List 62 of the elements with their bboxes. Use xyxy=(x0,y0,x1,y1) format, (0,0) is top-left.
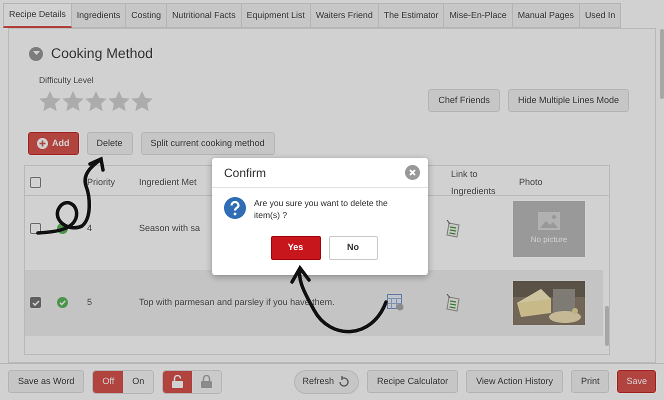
dialog-title: Confirm xyxy=(224,164,266,182)
tab[interactable]: Manual Pages xyxy=(512,3,580,28)
refresh-button[interactable]: Refresh xyxy=(294,370,360,394)
tab[interactable]: Nutritional Facts xyxy=(167,3,242,28)
padlock-icon xyxy=(201,375,212,388)
add-button[interactable]: Add xyxy=(28,132,78,155)
tab[interactable]: The Estimator xyxy=(378,3,444,28)
column-header: Priority xyxy=(87,176,116,190)
calendar-grid-icon[interactable] xyxy=(387,294,404,312)
column-header: Photo xyxy=(519,176,544,190)
unlock-button[interactable] xyxy=(163,370,192,392)
document-link-icon[interactable] xyxy=(445,294,462,312)
select-all-checkbox[interactable] xyxy=(30,177,41,188)
section-title: Cooking Method xyxy=(51,44,153,63)
footer-button[interactable]: View Action History xyxy=(466,370,563,393)
unlocked-padlock-icon xyxy=(172,375,184,388)
tab[interactable]: Used In xyxy=(580,3,622,28)
refresh-icon xyxy=(338,376,350,388)
row-checkbox[interactable] xyxy=(30,223,41,234)
column-header: Link to Ingredients xyxy=(451,168,497,198)
no-button[interactable]: No xyxy=(328,236,378,260)
collapse-icon[interactable] xyxy=(29,46,43,60)
difficulty-label: Difficulty Level xyxy=(39,74,95,87)
image-icon xyxy=(538,212,560,230)
photo-caption: No picture xyxy=(530,234,568,246)
tab[interactable]: Mise-En-Place xyxy=(444,3,513,28)
lock-button[interactable] xyxy=(192,370,222,392)
table-cell-text: 5 xyxy=(87,296,94,309)
tab[interactable]: Equipment List xyxy=(242,3,311,28)
table-cell-text: 4 xyxy=(87,222,94,235)
toggle-option[interactable]: Off xyxy=(93,370,124,392)
footer-button[interactable]: Print xyxy=(570,370,610,393)
toolbar-button[interactable]: Delete xyxy=(86,132,133,155)
star-icon[interactable] xyxy=(39,90,61,112)
save-button[interactable]: Save xyxy=(617,370,656,393)
tab[interactable]: Ingredients xyxy=(72,3,126,28)
yes-button[interactable]: Yes xyxy=(270,236,320,260)
top-button[interactable]: Chef Friends xyxy=(428,88,500,112)
star-icon[interactable] xyxy=(62,90,84,112)
scrollbar[interactable] xyxy=(605,306,609,346)
scrollbar[interactable] xyxy=(660,29,664,99)
table-cell-text: Season with sa xyxy=(139,222,202,235)
check-circle-icon xyxy=(57,297,68,308)
star-rating[interactable] xyxy=(39,90,153,112)
question-icon xyxy=(224,197,246,219)
column-header: Ingredient Met xyxy=(139,176,198,190)
tab[interactable]: Waiters Friend xyxy=(310,3,379,28)
tab[interactable]: Costing xyxy=(126,3,168,28)
document-link-icon[interactable] xyxy=(445,220,462,238)
close-icon[interactable] xyxy=(405,165,420,180)
top-button[interactable]: Hide Multiple Lines Mode xyxy=(508,88,629,112)
dialog-message: Are you sure you want to delete the item(s) ? xyxy=(254,197,389,222)
save-as-word-button[interactable]: Save as Word xyxy=(8,370,84,393)
toolbar-button[interactable]: Split current cooking method xyxy=(140,132,275,155)
row-checkbox[interactable] xyxy=(30,297,41,308)
footer-button[interactable]: Recipe Calculator xyxy=(367,370,458,393)
plus-icon xyxy=(37,138,48,149)
star-icon[interactable] xyxy=(131,90,153,112)
star-icon[interactable] xyxy=(108,90,130,112)
tab[interactable]: Recipe Details xyxy=(3,3,72,28)
toggle-option[interactable]: On xyxy=(123,370,154,392)
star-icon[interactable] xyxy=(85,90,107,112)
